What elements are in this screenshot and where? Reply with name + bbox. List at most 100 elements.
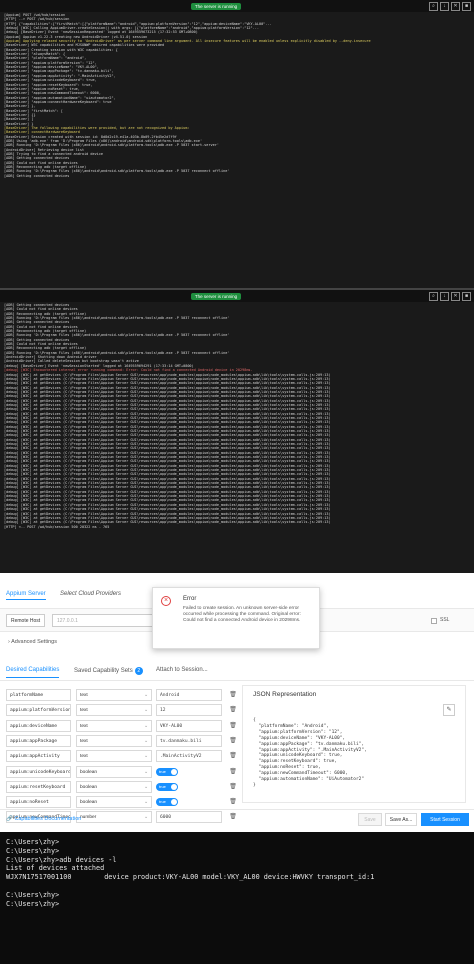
capability-boolean-toggle[interactable]: true — [156, 782, 178, 791]
capability-boolean-toggle[interactable]: true — [156, 767, 178, 776]
capability-value-input[interactable]: VKY-AL00 — [156, 719, 222, 732]
server-status-badge: The server is running — [190, 292, 242, 300]
edit-json-button[interactable]: ✎ — [443, 704, 455, 716]
capability-name-input[interactable]: appium:appActivity — [6, 750, 71, 763]
capability-type-value: boolean — [80, 784, 98, 790]
appium-log-panel-top[interactable]: The server is running ⌕ ↓ ✕ ■ [Appium] P… — [0, 0, 474, 288]
download-logs-button[interactable]: ↓ — [440, 291, 449, 301]
log-toolbar: ⌕ ↓ ✕ ■ — [429, 291, 471, 301]
log-lines: [ADB] Getting connected devices [ADB] Cou… — [0, 302, 474, 530]
start-session-button[interactable]: Start Session — [421, 813, 469, 826]
capability-type-value: text — [80, 738, 88, 744]
error-circle-icon: × — [161, 596, 171, 606]
appium-inspector-session-builder: Appium Server Select Cloud Providers Rem… — [0, 583, 474, 829]
remote-host-label: Remote Host — [6, 614, 46, 627]
trash-icon[interactable]: 🗑 — [228, 751, 238, 761]
capability-name-input[interactable]: appium:platformVersion — [6, 704, 71, 717]
capability-value-input[interactable]: 12 — [156, 704, 222, 717]
capability-type-select[interactable]: boolean ⌄ — [76, 765, 152, 778]
capability-value-input[interactable]: Android — [156, 689, 222, 701]
advanced-settings-label: Advanced Settings — [11, 639, 57, 645]
capabilities-documentation-link[interactable]: 🔗 Capabilities Documentation — [6, 816, 81, 822]
capability-tabs: Desired Capabilities Saved Capability Se… — [0, 661, 474, 681]
capability-value-input[interactable]: tv.danmaku.bili — [156, 734, 222, 747]
capability-name-input[interactable]: appium:deviceName — [6, 719, 71, 732]
cmd-line: C:\Users\zhy> — [6, 899, 60, 908]
tab-appium-server[interactable]: Appium Server — [6, 591, 46, 600]
cmd-line: C:\Users\zhy>adb devices -l — [6, 855, 117, 864]
ssl-label: SSL — [440, 617, 450, 623]
cmd-line: WJX7N17517001100 device product:VKY-AL00… — [6, 873, 375, 882]
stop-server-button[interactable]: ■ — [462, 291, 471, 301]
capability-type-value: text — [80, 708, 88, 714]
capability-boolean-toggle[interactable]: true — [156, 798, 178, 807]
cmd-line: C:\Users\zhy> — [6, 838, 60, 846]
trash-icon[interactable]: 🗑 — [228, 736, 238, 746]
server-status-badge: The server is running — [190, 2, 242, 10]
chevron-down-icon: ⌄ — [143, 738, 148, 744]
log-toolbar: ⌕ ↓ ✕ ■ — [429, 1, 471, 11]
capability-name-input[interactable]: appium:appPackage — [6, 734, 71, 747]
tab-cloud-providers[interactable]: Select Cloud Providers — [60, 591, 121, 597]
capability-type-select[interactable]: text ⌄ — [76, 750, 152, 763]
log-titlebar: The server is running ⌕ ↓ ✕ ■ — [0, 0, 474, 12]
tab-attach-to-session[interactable]: Attach to Session... — [156, 667, 208, 673]
link-icon: 🔗 — [6, 816, 13, 822]
chevron-down-icon: ⌄ — [143, 693, 148, 698]
appium-log-panel-bottom[interactable]: The server is running ⌕ ↓ ✕ ■ [ADB] Gett… — [0, 290, 474, 573]
chevron-down-icon: ⌄ — [143, 754, 148, 760]
capability-name-input[interactable]: platformName — [6, 689, 71, 701]
download-logs-button[interactable]: ↓ — [440, 1, 449, 11]
chevron-down-icon: ⌄ — [143, 723, 148, 729]
clear-logs-button[interactable]: ✕ — [451, 291, 460, 301]
trash-icon[interactable]: 🗑 — [228, 705, 238, 715]
advanced-settings-toggle[interactable]: › Advanced Settings — [8, 639, 57, 645]
capability-type-select[interactable]: text ⌄ — [76, 734, 152, 747]
capability-type-select[interactable]: text ⌄ — [76, 704, 152, 717]
capability-type-select[interactable]: boolean ⌄ — [76, 780, 152, 793]
save-as-button[interactable]: Save As... — [385, 813, 417, 826]
json-code: { "platformName": "Android", "appium:pla… — [253, 718, 367, 788]
json-title: JSON Representation — [253, 691, 317, 698]
save-button[interactable]: Save — [358, 813, 382, 826]
capability-type-value: boolean — [80, 800, 98, 806]
trash-icon[interactable]: 🗑 — [228, 797, 238, 807]
capability-name-input[interactable]: appium:unicodeKeyboard — [6, 765, 71, 778]
search-logs-button[interactable]: ⌕ — [429, 291, 438, 301]
toggle-knob — [171, 799, 177, 806]
remote-host-input[interactable]: 127.0.0.1 — [52, 614, 162, 627]
capability-type-select[interactable]: boolean ⌄ — [76, 796, 152, 809]
session-footer: 🔗 Capabilities Documentation Save Save A… — [0, 809, 474, 829]
log-titlebar: The server is running ⌕ ↓ ✕ ■ — [0, 290, 474, 302]
tab-desired-capabilities[interactable]: Desired Capabilities — [6, 667, 60, 678]
trash-icon[interactable]: 🗑 — [228, 767, 238, 777]
capability-type-select[interactable]: text ⌄ — [76, 689, 152, 701]
cmd-line — [6, 882, 468, 891]
search-logs-button[interactable]: ⌕ — [429, 1, 438, 11]
trash-icon[interactable]: 🗑 — [228, 690, 238, 700]
ssl-checkbox[interactable] — [431, 618, 437, 624]
capability-type-select[interactable]: text ⌄ — [76, 719, 152, 732]
toggle-value: true — [159, 768, 166, 774]
capability-name-input[interactable]: appium:noReset — [6, 796, 71, 809]
capability-value-input[interactable]: .MainActivityV2 — [156, 750, 222, 763]
capability-name-input[interactable]: appium:resetKeyboard — [6, 780, 71, 793]
trash-icon[interactable]: 🗑 — [228, 782, 238, 792]
chevron-right-icon: › — [8, 639, 10, 645]
cmd-line: C:\Users\zhy> — [6, 890, 60, 899]
capability-type-value: text — [80, 754, 88, 760]
toggle-knob — [171, 783, 177, 790]
stop-server-button[interactable]: ■ — [462, 1, 471, 11]
cmd-line: List of devices attached — [6, 864, 105, 873]
error-notification: × Error Failed to create session. An unk… — [152, 587, 320, 649]
toggle-value: true — [159, 799, 166, 805]
log-line: [ADB] Getting connected devices — [4, 173, 70, 178]
clear-logs-button[interactable]: ✕ — [451, 1, 460, 11]
tab-saved-capability-sets[interactable]: Saved Capability Sets 2 — [74, 667, 143, 675]
cmd-line: C:\Users\zhy> — [6, 846, 60, 855]
trash-icon[interactable]: 🗑 — [228, 721, 238, 731]
json-representation-panel: JSON Representation ✎ { "platformName": … — [242, 685, 466, 803]
saved-capability-sets-label: Saved Capability Sets — [74, 668, 133, 674]
command-prompt-window[interactable]: C:\Users\zhy> C:\Users\zhy> C:\Users\zhy>a… — [0, 832, 474, 964]
chevron-down-icon: ⌄ — [143, 800, 148, 806]
